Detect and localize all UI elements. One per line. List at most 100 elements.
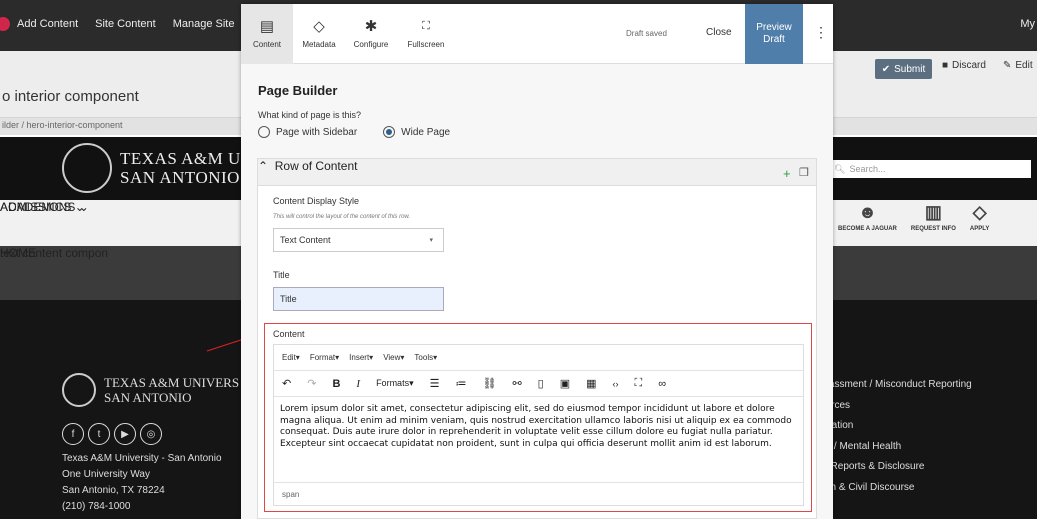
footer-link[interactable]: rmation: [820, 416, 972, 437]
brand-line-2: SAN ANTONIO: [120, 168, 240, 187]
add-content-link[interactable]: Add Content: [17, 18, 78, 30]
site-content-link[interactable]: Site Content: [95, 18, 156, 30]
source-code-icon[interactable]: ‹›: [613, 379, 619, 389]
page-type-radios: Page with Sidebar Wide Page: [258, 126, 450, 138]
document-icon: ▤: [259, 18, 275, 35]
chevron-up-icon: ⌃: [258, 159, 269, 173]
redo-icon[interactable]: ↷: [307, 377, 316, 390]
italic-icon[interactable]: I: [356, 378, 360, 390]
bold-icon[interactable]: B: [332, 378, 340, 390]
breadcrumb[interactable]: ilder / hero-interior-component: [2, 120, 123, 130]
footer-logo[interactable]: TEXAS A&M UNIVERS SAN ANTONIO: [62, 373, 239, 407]
twitter-icon[interactable]: t: [88, 423, 110, 445]
check-icon: ✔: [881, 63, 891, 75]
menu-edit[interactable]: Edit▾: [282, 353, 300, 362]
tab-metadata[interactable]: ◇ Metadata: [293, 4, 345, 64]
link-icon[interactable]: ⛓: [482, 377, 496, 390]
page-type-question: What kind of page is this?: [258, 110, 362, 120]
site-logo[interactable]: TEXAS A&M U SAN ANTONIO: [62, 143, 241, 193]
footer-link[interactable]: ng / Mental Health: [820, 437, 972, 458]
editor-statusbar: span: [274, 482, 803, 505]
infinity-icon[interactable]: ∞: [658, 378, 666, 390]
numbered-list-icon[interactable]: ≔: [455, 377, 466, 390]
gear-icon: ✱: [364, 18, 378, 35]
trash-icon: ■: [942, 60, 949, 71]
university-seal-icon: [62, 373, 96, 407]
pencil-icon: ✎: [1003, 60, 1012, 71]
site-search-input[interactable]: 🔍︎ Search...: [830, 160, 1031, 178]
university-seal-icon: [62, 143, 112, 193]
radio-label: Page with Sidebar: [276, 126, 358, 138]
draft-status: Draft saved: [626, 29, 667, 38]
unlink-icon[interactable]: ⚯: [512, 377, 521, 390]
discard-button[interactable]: ■ Discard: [942, 60, 986, 71]
bullet-list-icon[interactable]: ☰: [430, 377, 440, 390]
close-button[interactable]: Close: [706, 27, 732, 38]
title-input[interactable]: Title: [273, 287, 444, 311]
editor-toolbar: ↶ ↷ B I Formats▾ ☰ ≔ ⛓ ⚯ ▯ ▣ ▦ ‹› ⛶ ∞: [274, 371, 803, 397]
manage-site-link[interactable]: Manage Site: [173, 18, 235, 30]
youtube-icon[interactable]: ▶: [114, 423, 136, 445]
footer-link[interactable]: ech & Civil Discourse: [820, 478, 972, 499]
menu-tools[interactable]: Tools▾: [414, 353, 437, 362]
menu-format[interactable]: Format▾: [310, 353, 339, 362]
radio-wide-page[interactable]: [383, 126, 396, 138]
graduation-cap-icon: ◇: [972, 202, 987, 222]
more-options-icon[interactable]: ⋮: [814, 24, 828, 41]
anchor-icon[interactable]: ▯: [538, 377, 544, 390]
expand-icon: ⛶: [422, 20, 430, 32]
content-label: Content: [273, 329, 305, 339]
social-links: f t ▶ ◎: [62, 423, 162, 445]
jaguar-icon: ☻: [857, 202, 877, 222]
element-path[interactable]: span: [282, 490, 299, 499]
menu-insert[interactable]: Insert▾: [349, 353, 373, 362]
display-style-label: Content Display Style: [273, 196, 360, 206]
row-title[interactable]: ⌃ Row of Content: [258, 159, 357, 173]
menu-view[interactable]: View▾: [383, 353, 404, 362]
fullscreen-icon[interactable]: ⛶: [635, 377, 643, 390]
formats-dropdown[interactable]: Formats▾: [376, 378, 414, 389]
facebook-icon[interactable]: f: [62, 423, 84, 445]
footer-link[interactable]: ources: [820, 396, 972, 417]
books-icon: ▥: [924, 202, 942, 222]
cms-logo-icon[interactable]: [0, 17, 10, 31]
edit-button[interactable]: ✎ Edit: [1003, 60, 1033, 71]
radio-label: Wide Page: [401, 126, 451, 138]
display-style-select[interactable]: Text Content ▾: [273, 228, 444, 252]
duplicate-row-icon[interactable]: ❐: [799, 166, 809, 179]
page-builder-heading: Page Builder: [258, 83, 338, 98]
footer-address: Texas A&M University - San Antonio One U…: [62, 453, 222, 512]
undo-icon[interactable]: ↶: [282, 377, 291, 390]
media-icon[interactable]: ▦: [586, 377, 596, 390]
tag-icon: ◇: [313, 18, 325, 35]
nav-admissions[interactable]: ADMISSIONS ⌄: [0, 200, 89, 214]
quick-link-become-a-jaguar[interactable]: ☻ BECOME A JAGUAR: [838, 203, 897, 232]
editor-content[interactable]: Lorem ipsum dolor sit amet, consectetur …: [280, 404, 794, 450]
preview-draft-button[interactable]: Preview Draft: [745, 4, 803, 64]
caret-down-icon: ▾: [429, 237, 433, 244]
search-icon: 🔍︎: [834, 163, 846, 174]
tab-content[interactable]: ▤ Content: [241, 4, 293, 64]
footer-links: arassment / Misconduct Reporting ources …: [820, 375, 972, 498]
hero-title: text content compon: [0, 246, 109, 260]
image-icon[interactable]: ▣: [560, 377, 570, 390]
display-style-hint: This will control the layout of the cont…: [273, 214, 411, 220]
quick-link-apply[interactable]: ◇ APPLY: [970, 203, 989, 232]
tab-configure[interactable]: ✱ Configure: [345, 4, 397, 64]
instagram-icon[interactable]: ◎: [140, 423, 162, 445]
footer-link[interactable]: ct Reports & Disclosure: [820, 457, 972, 478]
footer-link[interactable]: arassment / Misconduct Reporting: [820, 375, 972, 396]
quick-link-request-info[interactable]: ▥ REQUEST INFO: [911, 203, 956, 232]
submit-button[interactable]: ✔ Submit: [875, 59, 932, 79]
tab-fullscreen[interactable]: ⛶ Fullscreen: [400, 4, 452, 64]
page-title: o interior component: [2, 88, 139, 105]
chevron-down-icon: ⌄: [78, 200, 89, 214]
title-label: Title: [273, 270, 290, 280]
radio-page-with-sidebar[interactable]: [258, 126, 270, 138]
brand-line-1: TEXAS A&M U: [120, 149, 241, 168]
admin-nav: Add Content Site Content Manage Site: [0, 14, 251, 34]
editor-menubar: Edit▾ Format▾ Insert▾ View▾ Tools▾: [274, 345, 803, 371]
user-menu[interactable]: My: [1020, 18, 1035, 30]
add-row-icon[interactable]: +: [783, 166, 791, 181]
quick-links: ☻ BECOME A JAGUAR ▥ REQUEST INFO ◇ APPLY: [838, 203, 989, 232]
